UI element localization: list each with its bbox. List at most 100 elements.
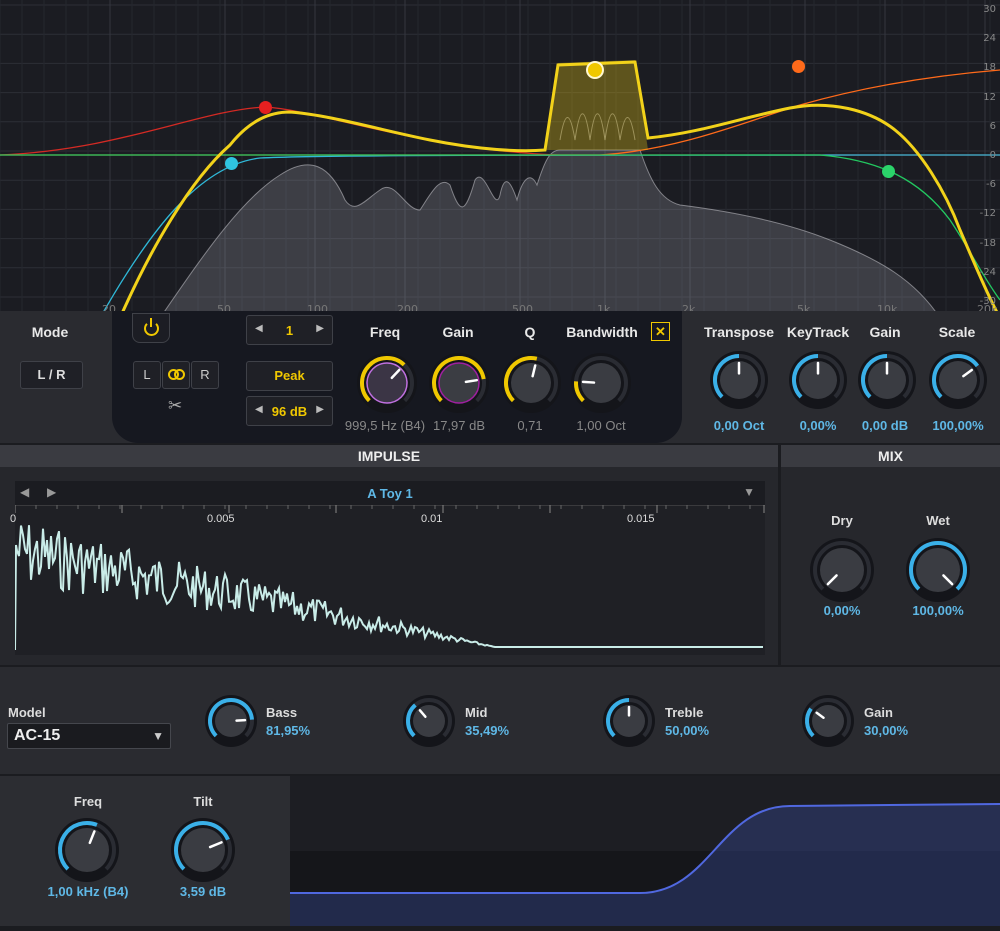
impulse-tick-3: 0.015 <box>627 513 655 525</box>
wet-label: Wet <box>926 513 950 528</box>
db-tick-label: 24 <box>983 33 996 45</box>
amp-gain-value: 30,00% <box>864 723 909 738</box>
amp-panel: Model AC-15 ▼ Bass 81,95% Mid 35,49% Tre… <box>0 667 1000 774</box>
freq-value: 999,5 Hz (B4) <box>344 418 426 433</box>
amp-gain-label: Gain <box>864 705 893 720</box>
eq-display[interactable]: 30 24 18 12 6 0 -6 -12 -18 -24 -30 20 50 100 200 500 1k… <box>0 0 1000 318</box>
impulse-preset-bar[interactable]: ◀ ▶ A Toy 1 ▼ <box>15 481 765 505</box>
bandwidth-value: 1,00 Oct <box>576 418 626 433</box>
treble-value: 50,00% <box>665 723 710 738</box>
bass-label: Bass <box>266 705 298 720</box>
band-power-button[interactable] <box>132 313 170 343</box>
preset-name: A Toy 1 <box>367 486 413 501</box>
impulse-waveform-area[interactable]: 0 0.005 0.01 0.015 <box>10 504 765 655</box>
gain-value: 17,97 dB <box>432 418 486 433</box>
transpose-value: 0,00 Oct <box>713 418 765 433</box>
tilt-curve <box>290 803 1000 926</box>
transpose-knob[interactable] <box>709 350 769 415</box>
freq-knob[interactable] <box>356 352 418 419</box>
tilt-value: 3,59 dB <box>179 884 227 899</box>
db-tick-label: 18 <box>983 62 996 74</box>
red-band-curve <box>0 106 1000 156</box>
filter-freq-value: 1,00 kHz (B4) <box>47 884 129 899</box>
filter-type-button[interactable]: Peak <box>246 361 333 391</box>
mix-title: MIX <box>781 445 1000 467</box>
tilt-label: Tilt <box>193 794 213 809</box>
impulse-tick-1: 0.005 <box>207 513 235 525</box>
scale-value: 100,00% <box>932 418 984 433</box>
keytrack-knob[interactable] <box>788 350 848 415</box>
band-next-icon[interactable]: ▶ <box>316 323 324 334</box>
close-icon[interactable]: ✕ <box>651 322 670 341</box>
db-tick-label: -24 <box>979 266 996 278</box>
eq-node-orange[interactable] <box>792 60 805 73</box>
q-value: 0,71 <box>517 418 543 433</box>
treble-label: Treble <box>665 705 704 720</box>
eq-node-yellow[interactable] <box>586 61 604 79</box>
preset-menu-icon[interactable]: ▼ <box>743 485 755 499</box>
dry-knob[interactable] <box>809 537 875 608</box>
eq-node-red[interactable] <box>259 101 272 114</box>
bass-knob[interactable] <box>204 694 258 753</box>
db-tick-label: 6 <box>989 120 996 132</box>
mode-button[interactable]: L / R <box>20 361 83 389</box>
amp-gain-knob[interactable] <box>801 694 855 753</box>
gain2-label: Gain <box>869 324 901 340</box>
db-tick-label: -18 <box>979 237 996 249</box>
channel-left-button[interactable]: L <box>133 361 161 389</box>
eq-graph[interactable] <box>0 0 1000 318</box>
model-dropdown[interactable]: AC-15 ▼ <box>7 723 171 749</box>
tilt-filter-panel: Freq Tilt 1,00 kHz (B4) 3,59 dB <box>0 776 290 926</box>
db-tick-label: 0 <box>989 150 996 161</box>
q-label: Q <box>524 324 536 340</box>
scale-label: Scale <box>938 324 976 340</box>
db-tick-label: 30 <box>983 4 996 15</box>
gain2-knob[interactable] <box>857 350 917 415</box>
db-tick-label: -12 <box>979 208 996 220</box>
impulse-tick-0: 0 <box>10 513 17 525</box>
orange-band-curve <box>0 69 1000 156</box>
q-knob[interactable] <box>500 352 562 419</box>
channel-stereo-button[interactable] <box>162 361 190 389</box>
mid-value: 35,49% <box>465 723 510 738</box>
eq-node-green[interactable] <box>882 165 895 178</box>
bass-value: 81,95% <box>266 723 311 738</box>
dry-value: 0,00% <box>823 603 861 618</box>
channel-right-button[interactable]: R <box>191 361 219 389</box>
scale-knob[interactable] <box>928 350 988 415</box>
model-value: AC-15 <box>14 727 61 744</box>
impulse-panel: IMPULSE ◀ ▶ A Toy 1 ▼ 0 0.005 0.01 0.015 <box>0 445 778 665</box>
bandwidth-knob[interactable] <box>570 352 632 419</box>
impulse-title: IMPULSE <box>0 445 778 467</box>
treble-knob[interactable] <box>602 694 656 753</box>
wet-knob[interactable] <box>905 537 971 608</box>
slope-next-icon[interactable]: ▶ <box>316 404 324 415</box>
eq-node-cyan[interactable] <box>225 157 238 170</box>
mid-knob[interactable] <box>402 694 456 753</box>
transpose-label: Transpose <box>703 324 775 340</box>
wet-value: 100,00% <box>912 603 964 618</box>
keytrack-label: KeyTrack <box>786 324 850 340</box>
model-label: Model <box>8 705 46 720</box>
band-selector[interactable]: ◀ 1 ▶ <box>246 315 333 345</box>
gain2-value: 0,00 dB <box>861 418 909 433</box>
filter-freq-label: Freq <box>73 794 103 809</box>
filter-freq-knob[interactable] <box>54 817 120 888</box>
scissors-icon[interactable]: ✂ <box>168 396 182 416</box>
impulse-waveform <box>14 504 765 651</box>
gain-knob[interactable] <box>428 352 490 419</box>
impulse-tick-2: 0.01 <box>421 513 443 525</box>
gain-label: Gain <box>442 324 474 340</box>
freq-label: Freq <box>369 324 401 340</box>
tilt-response-display <box>290 776 1000 926</box>
chevron-down-icon: ▼ <box>152 729 164 743</box>
tilt-knob[interactable] <box>170 817 236 888</box>
bandwidth-label: Bandwidth <box>566 324 638 340</box>
keytrack-value: 0,00% <box>799 418 837 433</box>
mode-label: Mode <box>31 324 69 340</box>
db-tick-label: 12 <box>983 91 996 103</box>
spectrum-fill <box>159 149 941 318</box>
mid-label: Mid <box>465 705 488 720</box>
mix-panel: MIX Dry Wet 0,00% 100,00% <box>781 445 1000 665</box>
slope-selector[interactable]: ◀ 96 dB ▶ <box>246 396 333 426</box>
